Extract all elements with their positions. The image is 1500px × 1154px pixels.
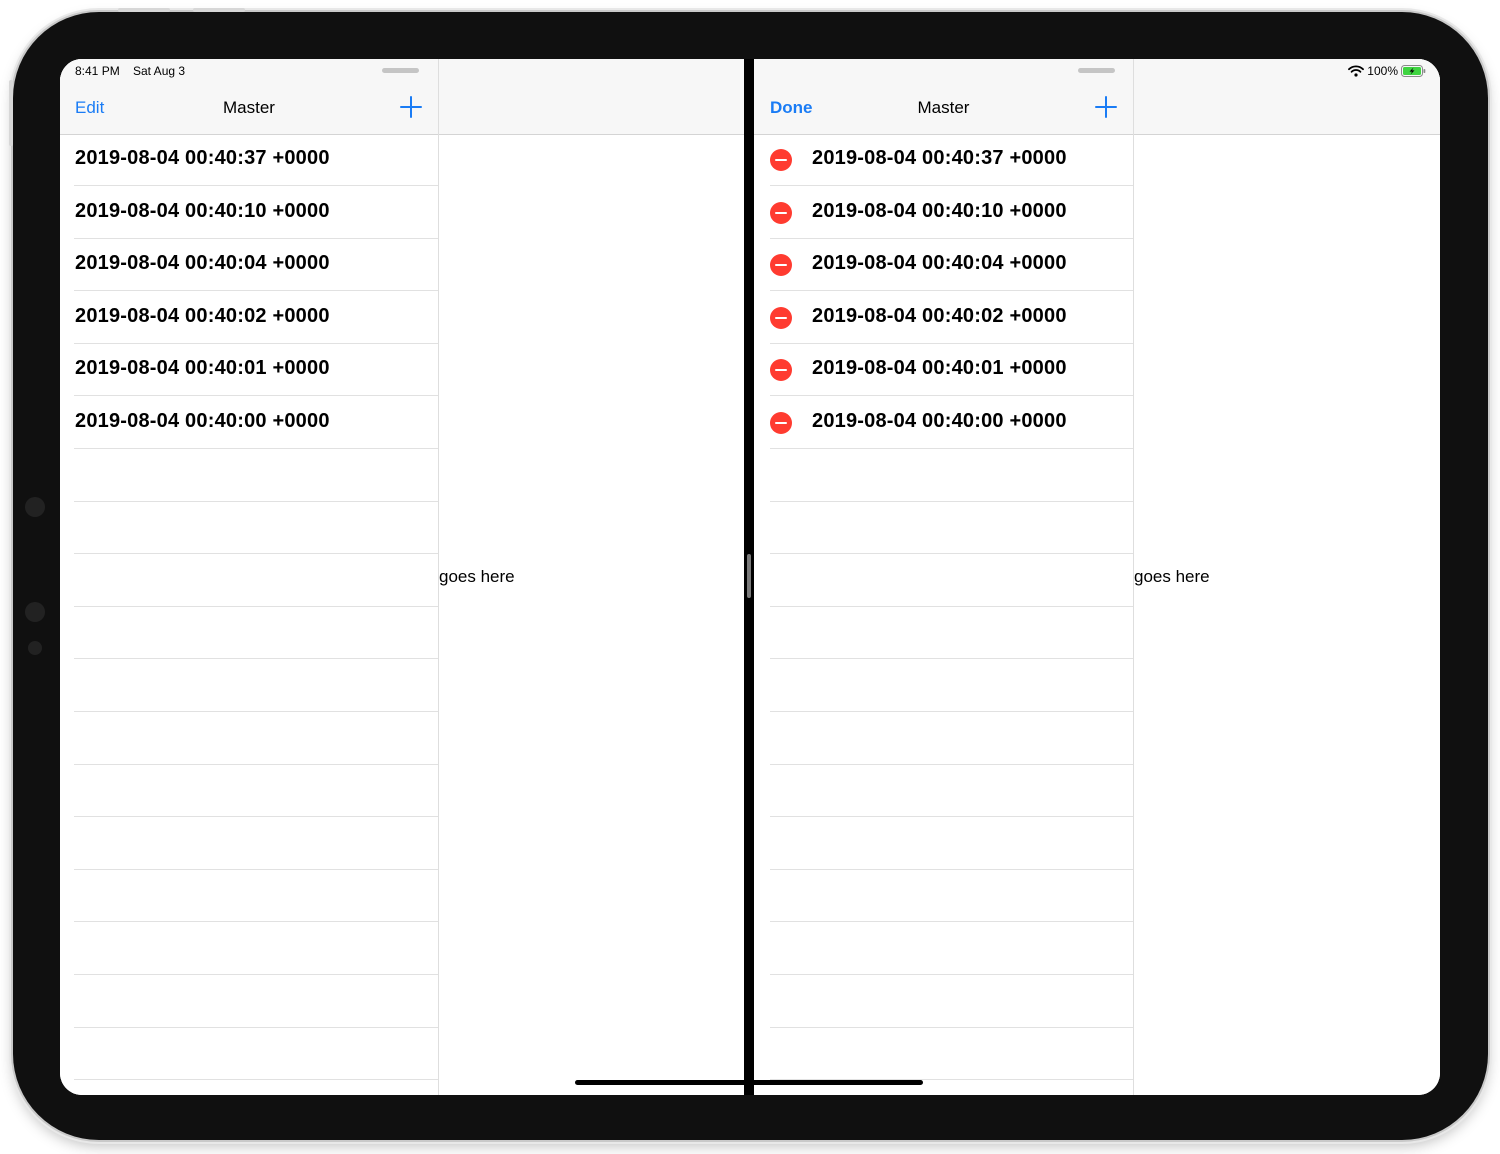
row-timestamp: 2019-08-04 00:40:04 +0000	[812, 252, 1067, 275]
table-row	[770, 870, 1133, 923]
row-timestamp: 2019-08-04 00:40:00 +0000	[812, 410, 1067, 432]
table-row	[770, 607, 1133, 660]
table-row[interactable]: 2019-08-04 00:40:00 +0000	[74, 397, 438, 449]
row-timestamp: 2019-08-04 00:40:37 +0000	[75, 147, 330, 169]
table-row	[74, 818, 438, 870]
row-timestamp: 2019-08-04 00:40:02 +0000	[75, 304, 330, 327]
front-camera-dot-1	[25, 497, 45, 517]
table-row[interactable]: 2019-08-04 00:40:10 +0000	[770, 187, 1133, 239]
row-timestamp: 2019-08-04 00:40:04 +0000	[75, 252, 330, 275]
plus-icon[interactable]	[1094, 95, 1118, 119]
front-camera-dot-2	[25, 602, 45, 622]
table-row	[770, 1028, 1133, 1081]
left-master-pane: 8:41 PM Sat Aug 3 Edit Master 2019-08-04…	[60, 59, 438, 1095]
status-right-group: 100%	[1348, 64, 1426, 78]
left-detail-label: goes here	[439, 567, 515, 586]
plus-icon[interactable]	[399, 95, 423, 119]
minus-circle-icon[interactable]	[770, 201, 792, 224]
minus-circle-icon[interactable]	[770, 149, 792, 171]
row-timestamp: 2019-08-04 00:40:00 +0000	[75, 410, 330, 432]
table-row	[770, 713, 1133, 765]
row-timestamp: 2019-08-04 00:40:10 +0000	[812, 199, 1067, 222]
minus-circle-icon[interactable]	[770, 306, 792, 329]
table-row	[74, 765, 438, 818]
table-row	[74, 660, 438, 712]
table-row	[74, 923, 438, 975]
right-detail-pane: 100% goes here	[1133, 59, 1440, 1095]
table-row[interactable]: 2019-08-04 00:40:02 +0000	[74, 292, 438, 344]
table-row[interactable]: 2019-08-04 00:40:04 +0000	[770, 239, 1133, 292]
table-row	[770, 923, 1133, 975]
right-master-pane: Done Master 2019-08-04 00:40:37 +0000 201…	[754, 59, 1133, 1095]
left-detail-navbar	[439, 59, 744, 135]
right-detail-navbar: 100%	[1134, 59, 1440, 135]
minus-circle-icon[interactable]	[770, 359, 792, 382]
battery-icon	[1401, 65, 1426, 77]
table-row	[74, 607, 438, 660]
table-row	[770, 765, 1133, 818]
row-timestamp: 2019-08-04 00:40:01 +0000	[812, 357, 1067, 380]
table-row	[770, 976, 1133, 1028]
minus-circle-icon[interactable]	[770, 254, 792, 277]
table-row[interactable]: 2019-08-04 00:40:10 +0000	[74, 187, 438, 239]
row-timestamp: 2019-08-04 00:40:37 +0000	[812, 147, 1067, 169]
table-row	[74, 1028, 438, 1081]
table-row[interactable]: 2019-08-04 00:40:04 +0000	[74, 239, 438, 292]
top-button-1	[118, 8, 170, 12]
row-timestamp: 2019-08-04 00:40:02 +0000	[812, 304, 1067, 327]
right-app-window: Done Master 2019-08-04 00:40:37 +0000 201…	[754, 59, 1440, 1095]
battery-percent: 100%	[1367, 64, 1398, 78]
left-detail-pane: goes here	[438, 59, 744, 1095]
left-app-window: 8:41 PM Sat Aug 3 Edit Master 2019-08-04…	[60, 59, 744, 1095]
table-row	[770, 502, 1133, 555]
table-row	[770, 818, 1133, 870]
table-row[interactable]: 2019-08-04 00:40:00 +0000	[770, 397, 1133, 449]
table-row	[770, 450, 1133, 502]
right-detail-label: goes here	[1134, 567, 1210, 586]
table-row	[74, 870, 438, 923]
table-row[interactable]: 2019-08-04 00:40:37 +0000	[74, 134, 438, 186]
home-indicator[interactable]	[575, 1080, 923, 1085]
table-row[interactable]: 2019-08-04 00:40:02 +0000	[770, 292, 1133, 344]
top-button-2	[193, 8, 245, 12]
table-row[interactable]: 2019-08-04 00:40:01 +0000	[770, 344, 1133, 397]
table-row	[770, 660, 1133, 712]
right-window-grabber[interactable]	[1078, 68, 1115, 73]
table-row	[770, 555, 1133, 607]
right-nav-title: Master	[917, 98, 970, 117]
table-row	[74, 976, 438, 1028]
table-row[interactable]: 2019-08-04 00:40:37 +0000	[770, 134, 1133, 186]
table-row	[74, 713, 438, 765]
right-master-navbar: Done Master	[754, 59, 1133, 135]
front-camera-dot-3	[28, 641, 42, 655]
ipad-screen: 8:41 PM Sat Aug 3 Edit Master 2019-08-04…	[60, 59, 1440, 1095]
row-timestamp: 2019-08-04 00:40:10 +0000	[75, 199, 330, 222]
left-nav-title: Master	[223, 98, 275, 117]
wifi-icon	[1348, 65, 1365, 77]
table-row	[74, 450, 438, 502]
status-time: 8:41 PM	[75, 64, 120, 78]
left-master-navbar: 8:41 PM Sat Aug 3 Edit Master	[60, 59, 438, 135]
minus-circle-icon[interactable]	[770, 412, 792, 434]
split-view-handle[interactable]	[747, 554, 751, 598]
side-button	[9, 80, 13, 146]
table-row	[74, 555, 438, 607]
status-date: Sat Aug 3	[133, 64, 186, 78]
row-timestamp: 2019-08-04 00:40:01 +0000	[75, 357, 330, 380]
left-window-grabber[interactable]	[382, 68, 419, 73]
table-row	[74, 502, 438, 555]
table-row[interactable]: 2019-08-04 00:40:01 +0000	[74, 344, 438, 397]
